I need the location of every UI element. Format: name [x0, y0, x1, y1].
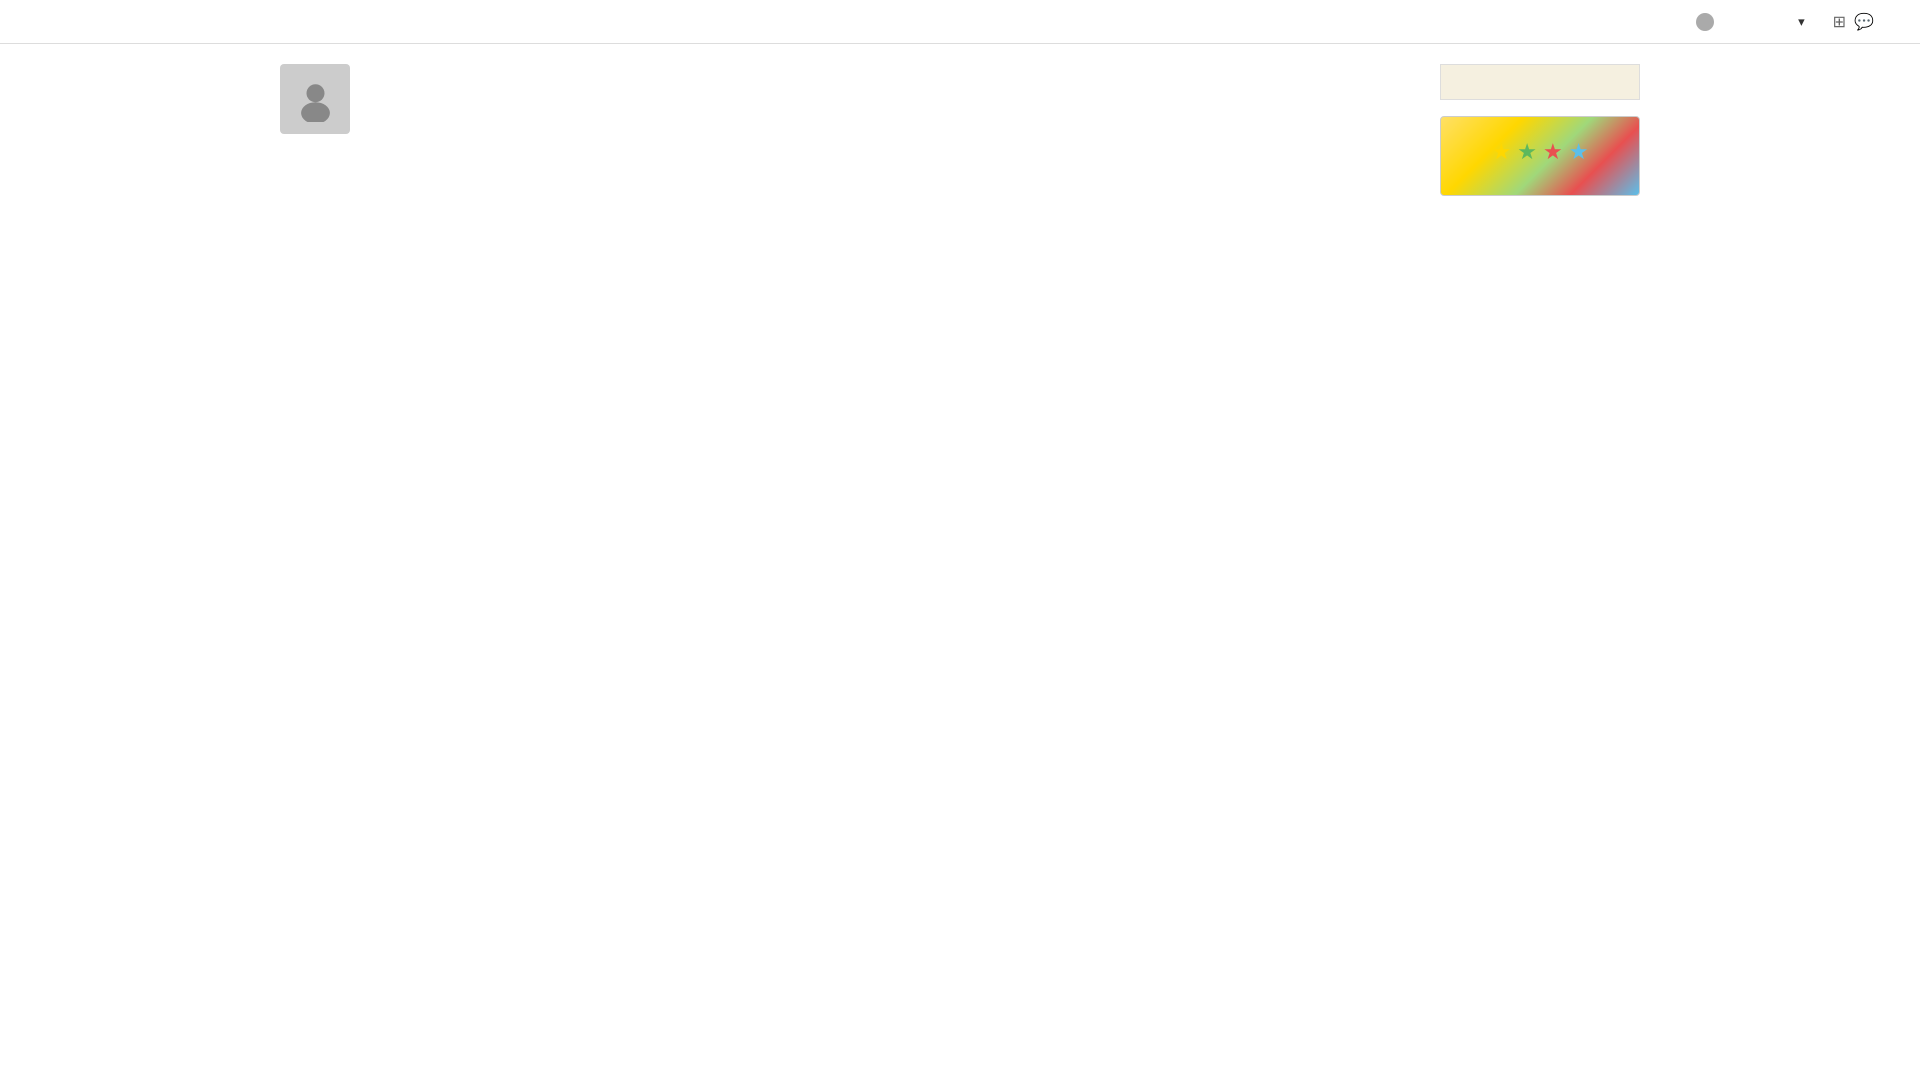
content-area [280, 64, 1420, 196]
ad-star-blue: ★ [1569, 139, 1589, 165]
page-header [280, 64, 1420, 134]
nav-icons: ⊞ 💬 [1833, 12, 1874, 32]
ad-star-yellow: ★ [1492, 139, 1512, 165]
ad-stars-row: ★ ★ ★ ★ [1492, 139, 1589, 165]
grid-icon[interactable]: ⊞ [1833, 12, 1846, 32]
ad-banner[interactable]: ★ ★ ★ ★ [1440, 116, 1640, 196]
main-layout: ★ ★ ★ ★ [260, 44, 1660, 216]
user-avatar [280, 64, 350, 134]
ad-star-green: ★ [1517, 139, 1537, 165]
mypage-icon [1696, 13, 1714, 31]
avatar-silhouette [293, 77, 338, 122]
header: ▾ ⊞ 💬 [0, 0, 1920, 44]
entries-sidebar-box [1440, 64, 1640, 100]
language-selector[interactable]: ▾ [1798, 14, 1805, 30]
ad-star-red: ★ [1543, 139, 1563, 165]
sidebar: ★ ★ ★ ★ [1440, 64, 1640, 196]
comment-icon[interactable]: 💬 [1854, 12, 1874, 32]
mypage-link[interactable] [1696, 13, 1718, 31]
nav-links: ▾ ⊞ 💬 [1696, 12, 1900, 32]
